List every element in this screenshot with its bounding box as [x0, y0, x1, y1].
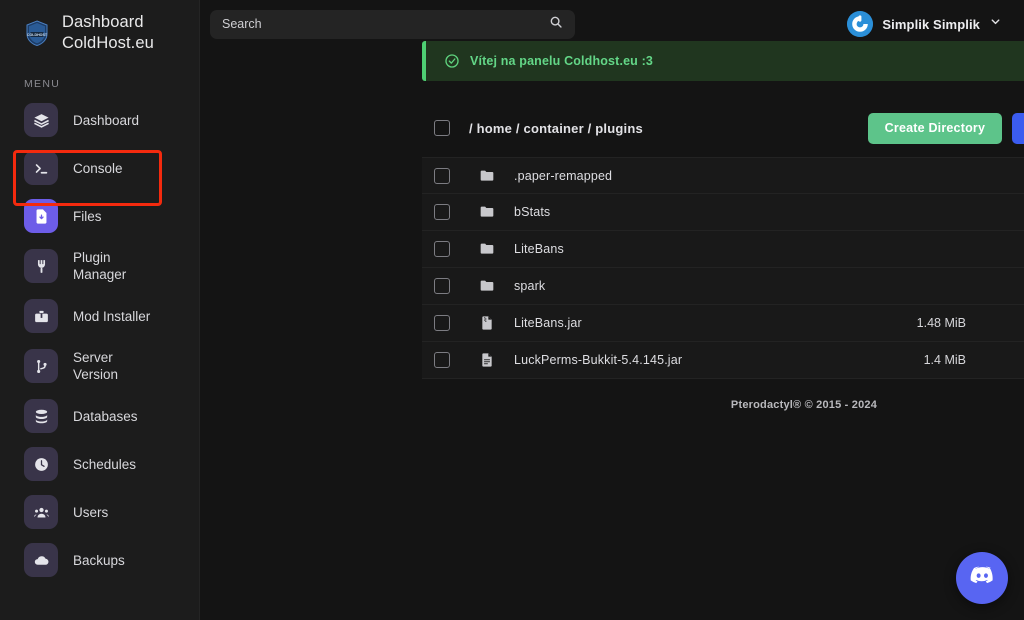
file-modified: about 3 hours ago [966, 279, 1024, 293]
toolbar-buttons: Create Directory Upload New File [867, 112, 1024, 144]
sidebar-item-databases[interactable]: Databases [0, 392, 199, 440]
terminal-icon [24, 151, 58, 185]
users-icon [24, 495, 58, 529]
folder-icon [479, 278, 497, 294]
sidebar-item-label: Databases [73, 408, 138, 424]
upload-button[interactable]: Upload [1012, 112, 1024, 144]
row-checkbox[interactable] [434, 167, 450, 184]
git-branch-icon [24, 349, 58, 383]
folder-icon [479, 168, 497, 184]
table-row[interactable]: LiteBans.jar 1.48 MiB about 3 hours ago … [422, 305, 1024, 342]
search-box[interactable] [210, 9, 575, 39]
sidebar-item-plugin-manager[interactable]: Plugin Manager [0, 240, 199, 292]
file-name[interactable]: bStats [514, 205, 856, 219]
sidebar-item-dashboard[interactable]: Dashboard [0, 96, 199, 144]
row-checkbox[interactable] [434, 278, 450, 294]
main-area: Simplik Simplik Vítej na panelu Coldhost… [200, 0, 1024, 620]
sidebar-item-console[interactable]: Console [0, 144, 199, 192]
sidebar-nav: Dashboard Console Files Plugin Manager M… [0, 96, 199, 584]
search-icon[interactable] [549, 15, 563, 34]
alert-message: Vítej na panelu Coldhost.eu :3 [470, 54, 653, 68]
row-checkbox[interactable] [434, 315, 450, 331]
file-modified: 5 minutes ago [966, 353, 1024, 367]
chevron-down-icon[interactable] [989, 15, 1002, 33]
file-name[interactable]: .paper-remapped [514, 169, 856, 183]
sidebar-item-label: Schedules [73, 456, 137, 472]
file-size: 1.4 MiB [923, 353, 966, 367]
svg-text:COLDHOST: COLDHOST [27, 33, 48, 37]
file-name[interactable]: spark [514, 279, 856, 293]
discord-icon [969, 562, 996, 594]
sidebar-item-label: Console [73, 160, 123, 176]
table-row[interactable]: .paper-remapped about 2 hours ago ••• [422, 157, 1024, 194]
app-root: COLDHOST Dashboard ColdHost.eu MENU Dash… [0, 0, 1024, 620]
file-modified: about 3 hours ago [966, 316, 1024, 330]
sidebar-item-label: Server Version [73, 350, 119, 382]
clock-icon [24, 447, 58, 481]
user-menu[interactable]: Simplik Simplik [847, 11, 1002, 37]
file-list: .paper-remapped about 2 hours ago ••• bS… [422, 157, 1024, 379]
sidebar-item-schedules[interactable]: Schedules [0, 440, 199, 488]
user-name: Simplik Simplik [882, 16, 980, 32]
discord-support-button[interactable] [956, 552, 1008, 604]
row-checkbox[interactable] [434, 204, 450, 220]
cloud-icon [24, 543, 58, 577]
table-row[interactable]: bStats about 3 hours ago ••• [422, 194, 1024, 231]
table-row[interactable]: spark about 3 hours ago ••• [422, 268, 1024, 305]
sidebar-item-label: Files [73, 208, 102, 224]
plug-icon [24, 249, 58, 283]
search-input[interactable] [222, 17, 543, 31]
sidebar-item-label: Backups [73, 552, 125, 568]
sidebar-item-backups[interactable]: Backups [0, 536, 199, 584]
breadcrumb[interactable]: / home / container / plugins [469, 121, 643, 136]
archive-file-icon [479, 315, 497, 331]
sidebar-item-label: Users [73, 504, 109, 520]
sidebar-item-users[interactable]: Users [0, 488, 199, 536]
file-manager: / home / container / plugins Create Dire… [422, 105, 1024, 411]
row-checkbox[interactable] [434, 352, 450, 368]
select-all-checkbox[interactable] [434, 120, 450, 136]
sidebar-item-label: Mod Installer [73, 308, 151, 324]
coldhost-logo-icon: COLDHOST [22, 18, 52, 48]
toolbox-icon [24, 299, 58, 333]
folder-icon [479, 241, 497, 257]
file-modified: about 3 hours ago [966, 205, 1024, 219]
sidebar-item-label: Dashboard [73, 112, 140, 128]
file-size: 1.48 MiB [916, 316, 966, 330]
table-row[interactable]: LuckPerms-Bukkit-5.4.145.jar 1.4 MiB 5 m… [422, 342, 1024, 379]
topbar: Simplik Simplik [200, 0, 1024, 48]
database-icon [24, 399, 58, 433]
sidebar-item-mod-installer[interactable]: Mod Installer [0, 292, 199, 340]
brand-header[interactable]: COLDHOST Dashboard ColdHost.eu [0, 0, 199, 56]
sidebar-item-label: Plugin Manager [73, 250, 127, 282]
file-download-icon [24, 199, 58, 233]
brand-title: Dashboard ColdHost.eu [62, 13, 154, 52]
sidebar-item-server-version[interactable]: Server Version [0, 340, 199, 392]
row-checkbox[interactable] [434, 241, 450, 257]
file-icon [479, 352, 497, 368]
create-directory-button[interactable]: Create Directory [867, 112, 1003, 144]
menu-section-label: MENU [24, 78, 61, 90]
file-modified: about 3 hours ago [966, 242, 1024, 256]
sidebar: COLDHOST Dashboard ColdHost.eu MENU Dash… [0, 0, 200, 620]
file-name[interactable]: LiteBans.jar [514, 316, 856, 330]
file-name[interactable]: LiteBans [514, 242, 856, 256]
file-modified: about 2 hours ago [966, 169, 1024, 183]
file-manager-toolbar: / home / container / plugins Create Dire… [422, 105, 1024, 151]
layers-icon [24, 103, 58, 137]
table-row[interactable]: LiteBans about 3 hours ago ••• [422, 231, 1024, 268]
check-circle-icon [444, 53, 460, 69]
folder-icon [479, 204, 497, 220]
gravatar-avatar-icon [847, 11, 874, 37]
file-name[interactable]: LuckPerms-Bukkit-5.4.145.jar [514, 353, 856, 367]
sidebar-item-files[interactable]: Files [0, 192, 199, 240]
footer-copyright: Pterodactyl® © 2015 - 2024 [730, 399, 878, 411]
